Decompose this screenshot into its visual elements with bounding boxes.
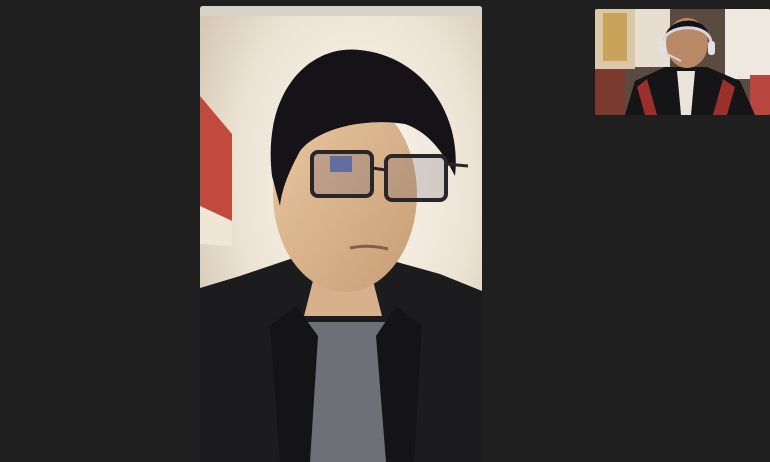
remote-video-feed[interactable] — [200, 6, 482, 462]
self-video-feed[interactable] — [595, 9, 770, 115]
remote-video-image — [200, 6, 482, 462]
video-call-stage — [0, 0, 770, 462]
self-video-image — [595, 9, 770, 115]
